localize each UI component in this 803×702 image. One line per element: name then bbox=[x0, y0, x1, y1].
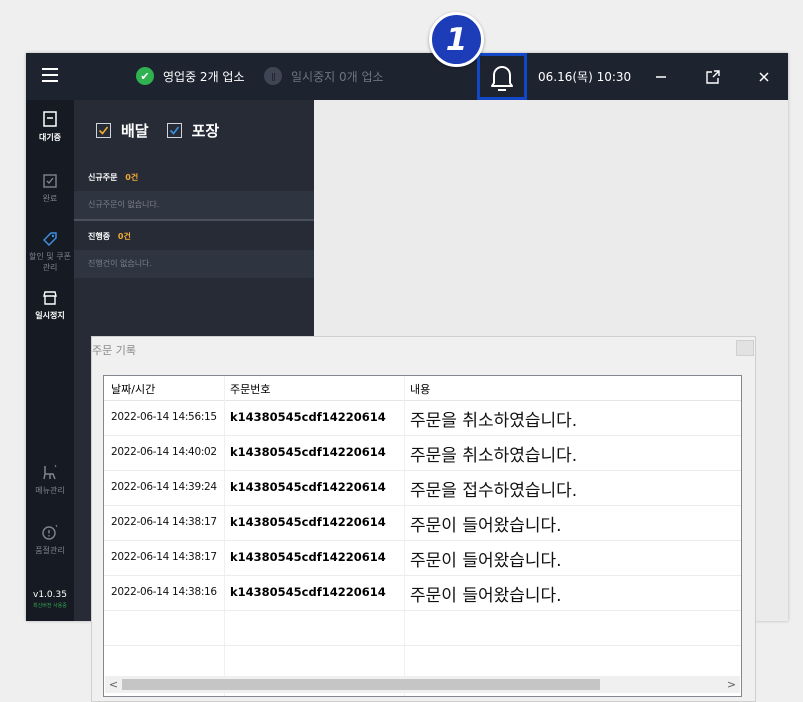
row-content: 주문을 취소하였습니다. bbox=[410, 411, 578, 431]
row-content: 주문이 들어왔습니다. bbox=[410, 551, 562, 571]
row-datetime: 2022-06-14 14:40:02 bbox=[111, 446, 217, 458]
status-open: ✔ 영업중 2개 업소 bbox=[136, 67, 245, 85]
in-progress-title: 진행중 bbox=[88, 232, 111, 241]
table-row[interactable]: 2022-06-14 14:40:02 k14380545cdf14220614… bbox=[104, 435, 741, 471]
sidebar-item-label: 메뉴관리 bbox=[35, 486, 65, 495]
scroll-right-icon[interactable]: > bbox=[724, 677, 739, 692]
sidebar-item-pause[interactable]: 일시정지 bbox=[26, 290, 74, 321]
filter-pickup-label: 포장 bbox=[191, 122, 220, 140]
row-order-no: k14380545cdf14220614 bbox=[230, 515, 386, 529]
order-history-dialog: 주문 기록 날짜/시간 주문번호 내용 2022-06-14 14:56:15 … bbox=[91, 336, 756, 702]
tag-icon bbox=[42, 232, 57, 247]
row-order-no: k14380545cdf14220614 bbox=[230, 585, 386, 599]
bell-icon bbox=[491, 65, 513, 91]
pause-circle-icon: || bbox=[264, 67, 282, 85]
new-orders-empty: 신규주문이 없습니다. bbox=[74, 191, 314, 219]
status-paused-label: 일시중지 0개 업소 bbox=[291, 69, 384, 84]
clipboard-icon bbox=[43, 111, 57, 127]
new-orders-title: 신규주문 bbox=[88, 173, 118, 182]
chair-icon bbox=[43, 464, 57, 480]
external-window-icon bbox=[706, 70, 720, 84]
notification-bell-button[interactable] bbox=[477, 53, 527, 100]
sidebar-item-label: 대기중 bbox=[38, 133, 62, 142]
in-progress-count: 0건 bbox=[117, 232, 131, 241]
sidebar-item-waiting[interactable]: 대기중 bbox=[26, 110, 74, 143]
sidebar-item-soldout[interactable]: 품절관리 bbox=[26, 523, 74, 556]
checkbox-delivery[interactable] bbox=[96, 123, 111, 138]
dialog-close-button[interactable] bbox=[736, 340, 754, 356]
row-datetime: 2022-06-14 14:38:16 bbox=[111, 586, 217, 598]
store-icon bbox=[43, 291, 57, 305]
checkmark-icon bbox=[169, 126, 179, 135]
close-button[interactable] bbox=[752, 65, 776, 89]
new-orders-count: 0건 bbox=[125, 173, 139, 182]
row-order-no: k14380545cdf14220614 bbox=[230, 550, 386, 564]
filter-delivery[interactable]: 배달 bbox=[96, 120, 149, 141]
sidebar-item-completed[interactable]: 완료 bbox=[26, 173, 74, 204]
row-datetime: 2022-06-14 14:38:17 bbox=[111, 516, 217, 528]
table-row[interactable]: 2022-06-14 14:56:15 k14380545cdf14220614… bbox=[104, 400, 741, 436]
in-progress-header: 진행중 0건 bbox=[88, 231, 131, 242]
table-row[interactable]: 2022-06-14 14:38:17 k14380545cdf14220614… bbox=[104, 505, 741, 541]
row-content: 주문을 취소하였습니다. bbox=[410, 446, 578, 466]
in-progress-empty: 진행건이 없습니다. bbox=[74, 250, 314, 278]
version-note: 최신버전 사용중 bbox=[33, 603, 67, 609]
row-datetime: 2022-06-14 14:56:15 bbox=[111, 411, 217, 423]
sidebar-item-label: 할인 및 쿠폰관리 bbox=[29, 252, 71, 272]
sidebar-item-label: 품절관리 bbox=[35, 546, 65, 555]
version-info: v1.0.35 최신버전 사용중 bbox=[26, 590, 74, 609]
dialog-title: 주문 기록 bbox=[92, 344, 136, 357]
table-row[interactable]: 2022-06-14 14:38:16 k14380545cdf14220614… bbox=[104, 575, 741, 611]
version-number: v1.0.35 bbox=[33, 590, 67, 600]
filter-delivery-label: 배달 bbox=[121, 122, 149, 140]
horizontal-scrollbar[interactable]: < > bbox=[105, 676, 740, 693]
table-row-empty bbox=[104, 610, 741, 646]
row-datetime: 2022-06-14 14:39:24 bbox=[111, 481, 217, 493]
new-orders-header: 신규주문 0건 bbox=[88, 172, 138, 183]
row-order-no: k14380545cdf14220614 bbox=[230, 410, 386, 424]
row-content: 주문이 들어왔습니다. bbox=[410, 586, 562, 606]
table-row[interactable]: 2022-06-14 14:39:24 k14380545cdf14220614… bbox=[104, 470, 741, 506]
current-datetime: 06.16(목) 10:30 bbox=[538, 70, 632, 84]
row-content: 주문을 접수하였습니다. bbox=[410, 481, 578, 501]
checkmark-icon bbox=[98, 126, 109, 135]
sidebar: 대기중 완료 할인 및 쿠폰관리 일시정지 메뉴관리 품절관리 v1.0.35 … bbox=[26, 100, 74, 621]
minimize-button[interactable] bbox=[649, 65, 673, 89]
column-header-content[interactable]: 내용 bbox=[410, 381, 430, 397]
filter-pickup[interactable]: 포장 bbox=[166, 120, 220, 141]
checkbox-pickup[interactable] bbox=[166, 123, 182, 138]
column-header-order-no[interactable]: 주문번호 bbox=[230, 381, 270, 397]
scroll-thumb[interactable] bbox=[122, 679, 600, 690]
column-header-datetime[interactable]: 날짜/시간 bbox=[111, 381, 155, 397]
order-history-list[interactable]: 날짜/시간 주문번호 내용 2022-06-14 14:56:15 k14380… bbox=[103, 375, 742, 697]
list-header: 날짜/시간 주문번호 내용 bbox=[104, 376, 741, 401]
row-order-no: k14380545cdf14220614 bbox=[230, 445, 386, 459]
status-paused: || 일시중지 0개 업소 bbox=[264, 67, 384, 85]
popout-button[interactable] bbox=[701, 65, 725, 89]
sidebar-item-discount[interactable]: 할인 및 쿠폰관리 bbox=[26, 231, 74, 273]
step-marker: 1 bbox=[429, 12, 484, 67]
alert-circle-icon bbox=[42, 524, 58, 540]
row-order-no: k14380545cdf14220614 bbox=[230, 480, 386, 494]
table-row[interactable]: 2022-06-14 14:38:17 k14380545cdf14220614… bbox=[104, 540, 741, 576]
order-type-filters: 배달 포장 bbox=[96, 120, 237, 141]
sidebar-item-menu[interactable]: 메뉴관리 bbox=[26, 463, 74, 496]
close-icon bbox=[759, 72, 769, 82]
check-circle-icon: ✔ bbox=[136, 67, 154, 85]
section-divider bbox=[74, 219, 314, 221]
row-datetime: 2022-06-14 14:38:17 bbox=[111, 551, 217, 563]
menu-icon[interactable] bbox=[42, 68, 58, 84]
sidebar-item-label: 완료 bbox=[42, 194, 58, 203]
scroll-left-icon[interactable]: < bbox=[106, 677, 121, 692]
sidebar-item-label: 일시정지 bbox=[35, 311, 65, 320]
top-bar: ✔ 영업중 2개 업소 || 일시중지 0개 업소 06.16(목) 10:30 bbox=[26, 53, 788, 100]
minimize-icon bbox=[656, 76, 666, 78]
check-square-icon bbox=[43, 174, 57, 188]
row-content: 주문이 들어왔습니다. bbox=[410, 516, 562, 536]
status-open-label: 영업중 2개 업소 bbox=[163, 69, 245, 84]
